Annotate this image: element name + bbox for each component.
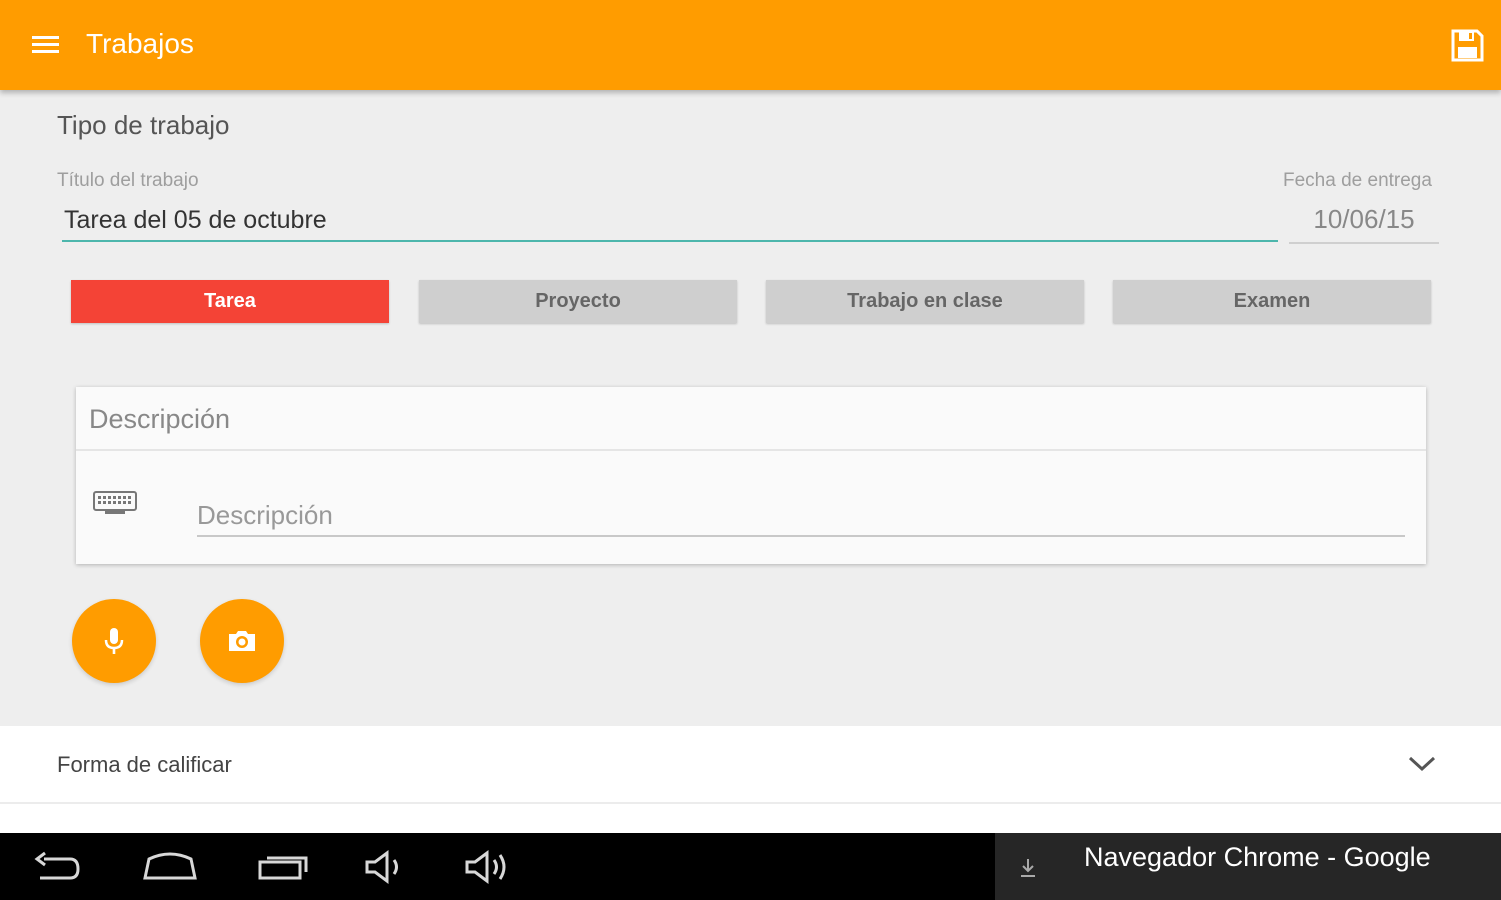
microphone-button[interactable] <box>72 599 156 683</box>
grading-label: Forma de calificar <box>57 752 232 777</box>
save-icon[interactable] <box>1451 29 1484 62</box>
description-card: Descripción <box>76 387 1426 564</box>
recent-apps-icon[interactable] <box>256 845 312 894</box>
content-bottom-spacer <box>0 804 1501 833</box>
camera-icon <box>229 631 255 651</box>
app-bar: Trabajos <box>0 0 1501 90</box>
chevron-down-icon[interactable] <box>1407 754 1437 779</box>
download-icon <box>1017 855 1039 886</box>
type-button-proyecto[interactable]: Proyecto <box>419 280 737 323</box>
back-icon[interactable] <box>32 845 84 894</box>
app-title: Trabajos <box>86 28 194 59</box>
description-input[interactable] <box>197 495 1405 537</box>
grading-section[interactable]: Forma de calificar <box>0 726 1501 804</box>
type-button-tarea[interactable]: Tarea <box>71 280 389 323</box>
date-label: Fecha de entrega <box>1283 170 1432 191</box>
title-label: Título del trabajo <box>57 170 199 191</box>
type-button-examen[interactable]: Examen <box>1113 280 1431 323</box>
title-input[interactable] <box>62 200 1278 242</box>
home-icon[interactable] <box>141 845 199 894</box>
microphone-icon <box>104 628 124 654</box>
menu-icon[interactable] <box>32 36 59 54</box>
type-button-trabajo-en-clase[interactable]: Trabajo en clase <box>766 280 1084 323</box>
due-date-field[interactable]: 10/06/15 <box>1289 204 1439 244</box>
camera-button[interactable] <box>200 599 284 683</box>
volume-down-icon[interactable] <box>362 845 412 894</box>
download-notification[interactable]: Navegador Chrome - Google <box>995 833 1501 900</box>
keyboard-icon <box>93 491 137 515</box>
system-navigation-bar: Navegador Chrome - Google <box>0 833 1501 900</box>
volume-up-icon[interactable] <box>462 845 518 894</box>
description-header: Descripción <box>76 387 1426 451</box>
section-title: Tipo de trabajo <box>57 110 230 140</box>
notification-text: Navegador Chrome - Google <box>1084 842 1431 872</box>
